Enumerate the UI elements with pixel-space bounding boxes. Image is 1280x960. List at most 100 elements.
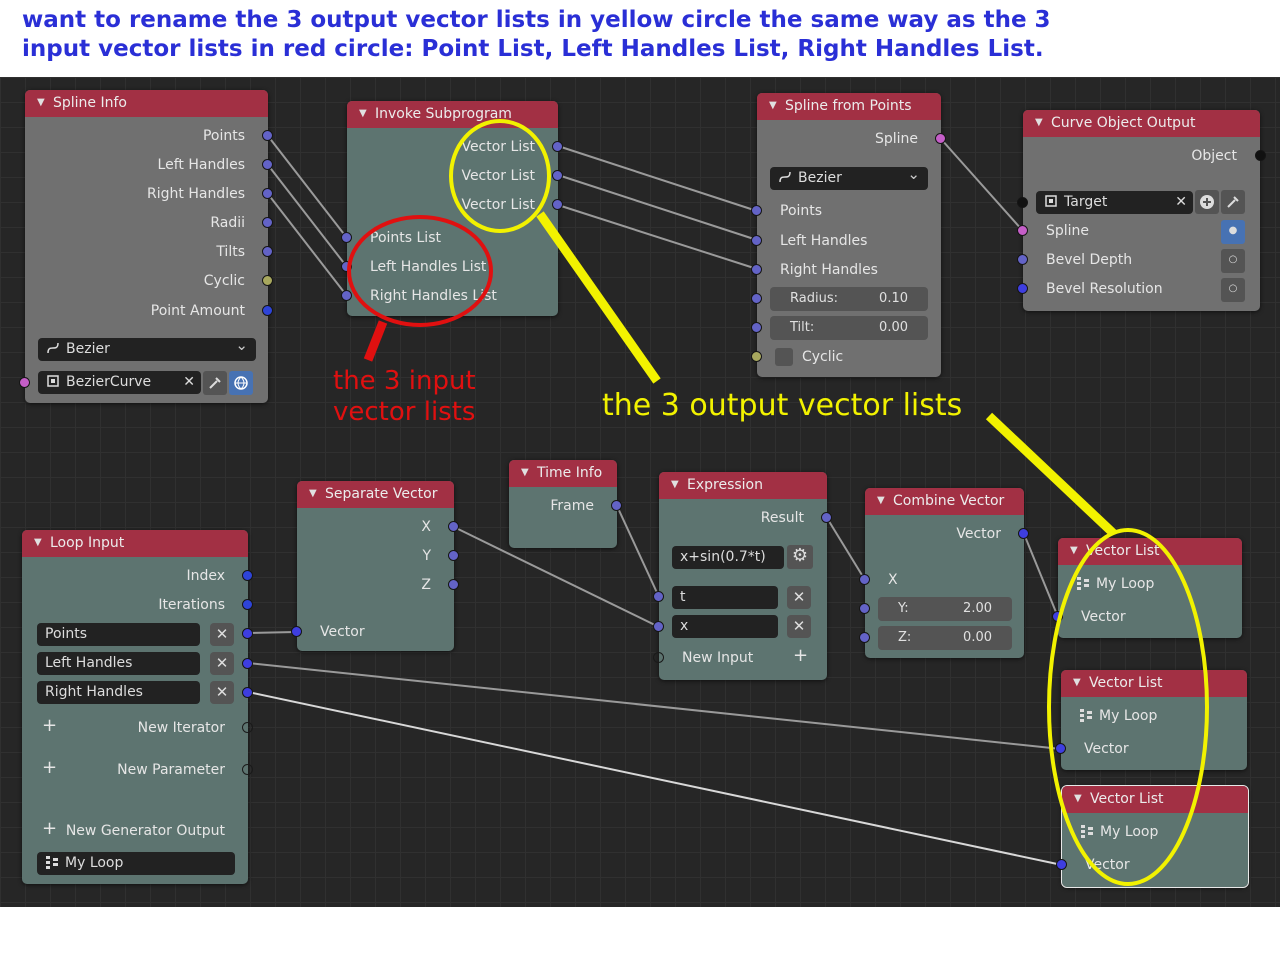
cyclic-checkbox[interactable] xyxy=(775,348,793,366)
vector-list-node-2[interactable]: Vector List My Loop Vector xyxy=(1055,670,1247,770)
curve-object-output-node[interactable]: Curve Object Output Object Target ✕ Spli… xyxy=(1017,110,1266,311)
socket-vector-list-out-1[interactable] xyxy=(552,141,563,152)
bevel-depth-toggle[interactable]: ○ xyxy=(1221,249,1245,273)
socket-iterations-out[interactable] xyxy=(242,599,253,610)
target-field[interactable]: Target ✕ xyxy=(1036,191,1193,214)
socket-result-out[interactable] xyxy=(821,512,832,523)
socket-x-out[interactable] xyxy=(448,521,459,532)
globe-icon[interactable] xyxy=(229,371,253,395)
spline-from-points-header[interactable]: Spline from Points xyxy=(757,93,941,120)
socket-z-out[interactable] xyxy=(448,579,459,590)
socket-new-iterator[interactable] xyxy=(242,722,253,733)
variable-x-field[interactable]: x xyxy=(672,615,778,638)
socket-t-in[interactable] xyxy=(653,591,664,602)
y-field[interactable]: Y: 2.00 xyxy=(878,597,1012,621)
close-icon[interactable]: ✕ xyxy=(210,623,234,646)
socket-y-in[interactable] xyxy=(859,603,870,614)
new-generator-output-label[interactable]: New Generator Output xyxy=(66,822,225,840)
bevel-resolution-toggle[interactable]: ○ xyxy=(1221,278,1245,302)
spline-toggle[interactable]: ● xyxy=(1221,220,1245,244)
loop-name-field[interactable]: My Loop xyxy=(37,852,235,875)
close-icon[interactable]: ✕ xyxy=(210,681,234,704)
spline-info-node[interactable]: Spline Info Points Left Handles Right Ha… xyxy=(19,90,273,403)
socket-new-input[interactable] xyxy=(653,652,664,663)
socket-x-in[interactable] xyxy=(859,574,870,585)
separate-vector-node[interactable]: Separate Vector X Y Z Vector xyxy=(291,481,459,651)
socket-radii[interactable] xyxy=(262,217,273,228)
expression-input[interactable]: x+sin(0.7*t) xyxy=(672,546,784,569)
invoke-subprogram-header[interactable]: Invoke Subprogram xyxy=(347,101,558,128)
socket-points[interactable] xyxy=(262,130,273,141)
new-input-label[interactable]: New Input xyxy=(682,649,753,667)
spline-type-dropdown[interactable]: Bezier xyxy=(38,338,256,361)
vector-list-node-1[interactable]: Vector List My Loop Vector xyxy=(1052,538,1242,638)
socket-z-in[interactable] xyxy=(859,632,870,643)
socket-cyclic-in[interactable] xyxy=(751,351,762,362)
loop-input-node[interactable]: Loop Input Index Iterations Points ✕ Lef… xyxy=(22,530,253,884)
expression-header[interactable]: Expression xyxy=(659,472,827,499)
expression-node[interactable]: Expression Result x+sin(0.7*t) ⚙ t ✕ x ✕… xyxy=(653,472,832,680)
socket-right-handles-in[interactable] xyxy=(751,264,762,275)
socket-spline-in[interactable] xyxy=(1017,225,1028,236)
combine-vector-header[interactable]: Combine Vector xyxy=(865,488,1024,515)
plus-icon[interactable]: + xyxy=(42,820,57,838)
plus-icon[interactable]: + xyxy=(793,647,808,665)
socket-bevel-depth-in[interactable] xyxy=(1017,254,1028,265)
time-info-node[interactable]: Time Info Frame xyxy=(509,460,622,548)
socket-right-handles-iter-out[interactable] xyxy=(242,687,253,698)
invoke-subprogram-node[interactable]: Invoke Subprogram Vector List Vector Lis… xyxy=(341,101,563,316)
combine-vector-node[interactable]: Combine Vector Vector X Y: 2.00 Z: 0.00 xyxy=(859,488,1029,658)
socket-radius-in[interactable] xyxy=(751,293,762,304)
close-icon[interactable]: ✕ xyxy=(787,615,811,638)
separate-vector-header[interactable]: Separate Vector xyxy=(297,481,454,508)
eyedropper-icon[interactable] xyxy=(203,371,227,395)
socket-object-out[interactable] xyxy=(1255,150,1266,161)
socket-y-out[interactable] xyxy=(448,550,459,561)
socket-right-handles-list-in[interactable] xyxy=(341,290,352,301)
socket-target-in[interactable] xyxy=(1017,197,1028,208)
socket-vector-in[interactable] xyxy=(291,626,302,637)
socket-bevel-resolution-in[interactable] xyxy=(1017,283,1028,294)
socket-points-in[interactable] xyxy=(751,205,762,216)
socket-vector-out[interactable] xyxy=(1018,528,1029,539)
plus-icon[interactable] xyxy=(1195,190,1219,214)
vector-list-node-3[interactable]: Vector List My Loop Vector xyxy=(1056,785,1249,888)
socket-left-handles-in[interactable] xyxy=(751,235,762,246)
close-icon[interactable]: ✕ xyxy=(787,586,811,609)
socket-spline-out[interactable] xyxy=(935,133,946,144)
vector-list-header-3[interactable]: Vector List xyxy=(1062,786,1248,813)
vector-list-header-1[interactable]: Vector List xyxy=(1058,538,1242,565)
socket-tilts[interactable] xyxy=(262,246,273,257)
spline-type-dropdown-2[interactable]: Bezier xyxy=(770,167,928,190)
socket-left-handles[interactable] xyxy=(262,159,273,170)
iterator-points-field[interactable]: Points xyxy=(37,623,200,646)
plus-icon[interactable]: + xyxy=(42,759,57,777)
socket-cyclic[interactable] xyxy=(262,275,273,286)
new-iterator-label[interactable]: New Iterator xyxy=(138,719,225,737)
socket-object-input[interactable] xyxy=(19,377,30,388)
socket-points-list-in[interactable] xyxy=(341,232,352,243)
socket-tilt-in[interactable] xyxy=(751,322,762,333)
eyedropper-icon[interactable] xyxy=(1221,190,1245,214)
socket-left-handles-iter-out[interactable] xyxy=(242,658,253,669)
curve-object-output-header[interactable]: Curve Object Output xyxy=(1023,110,1260,137)
object-field[interactable]: BezierCurve ✕ xyxy=(38,371,201,394)
socket-vector-list-in-2[interactable] xyxy=(1055,743,1066,754)
socket-frame-out[interactable] xyxy=(611,500,622,511)
gear-icon[interactable]: ⚙ xyxy=(787,545,813,569)
plus-icon[interactable]: + xyxy=(42,717,57,735)
close-icon[interactable]: ✕ xyxy=(210,652,234,675)
iterator-left-handles-field[interactable]: Left Handles xyxy=(37,652,200,675)
tilt-field[interactable]: Tilt: 0.00 xyxy=(770,316,928,340)
socket-right-handles[interactable] xyxy=(262,188,273,199)
socket-vector-list-out-3[interactable] xyxy=(552,199,563,210)
socket-points-iter-out[interactable] xyxy=(242,628,253,639)
close-icon[interactable]: ✕ xyxy=(183,371,195,393)
loop-input-header[interactable]: Loop Input xyxy=(22,530,248,557)
new-parameter-label[interactable]: New Parameter xyxy=(117,761,225,779)
socket-vector-list-in-1[interactable] xyxy=(1052,611,1063,622)
variable-t-field[interactable]: t xyxy=(672,586,778,609)
iterator-right-handles-field[interactable]: Right Handles xyxy=(37,681,200,704)
socket-left-handles-list-in[interactable] xyxy=(341,261,352,272)
vector-list-header-2[interactable]: Vector List xyxy=(1061,670,1247,697)
